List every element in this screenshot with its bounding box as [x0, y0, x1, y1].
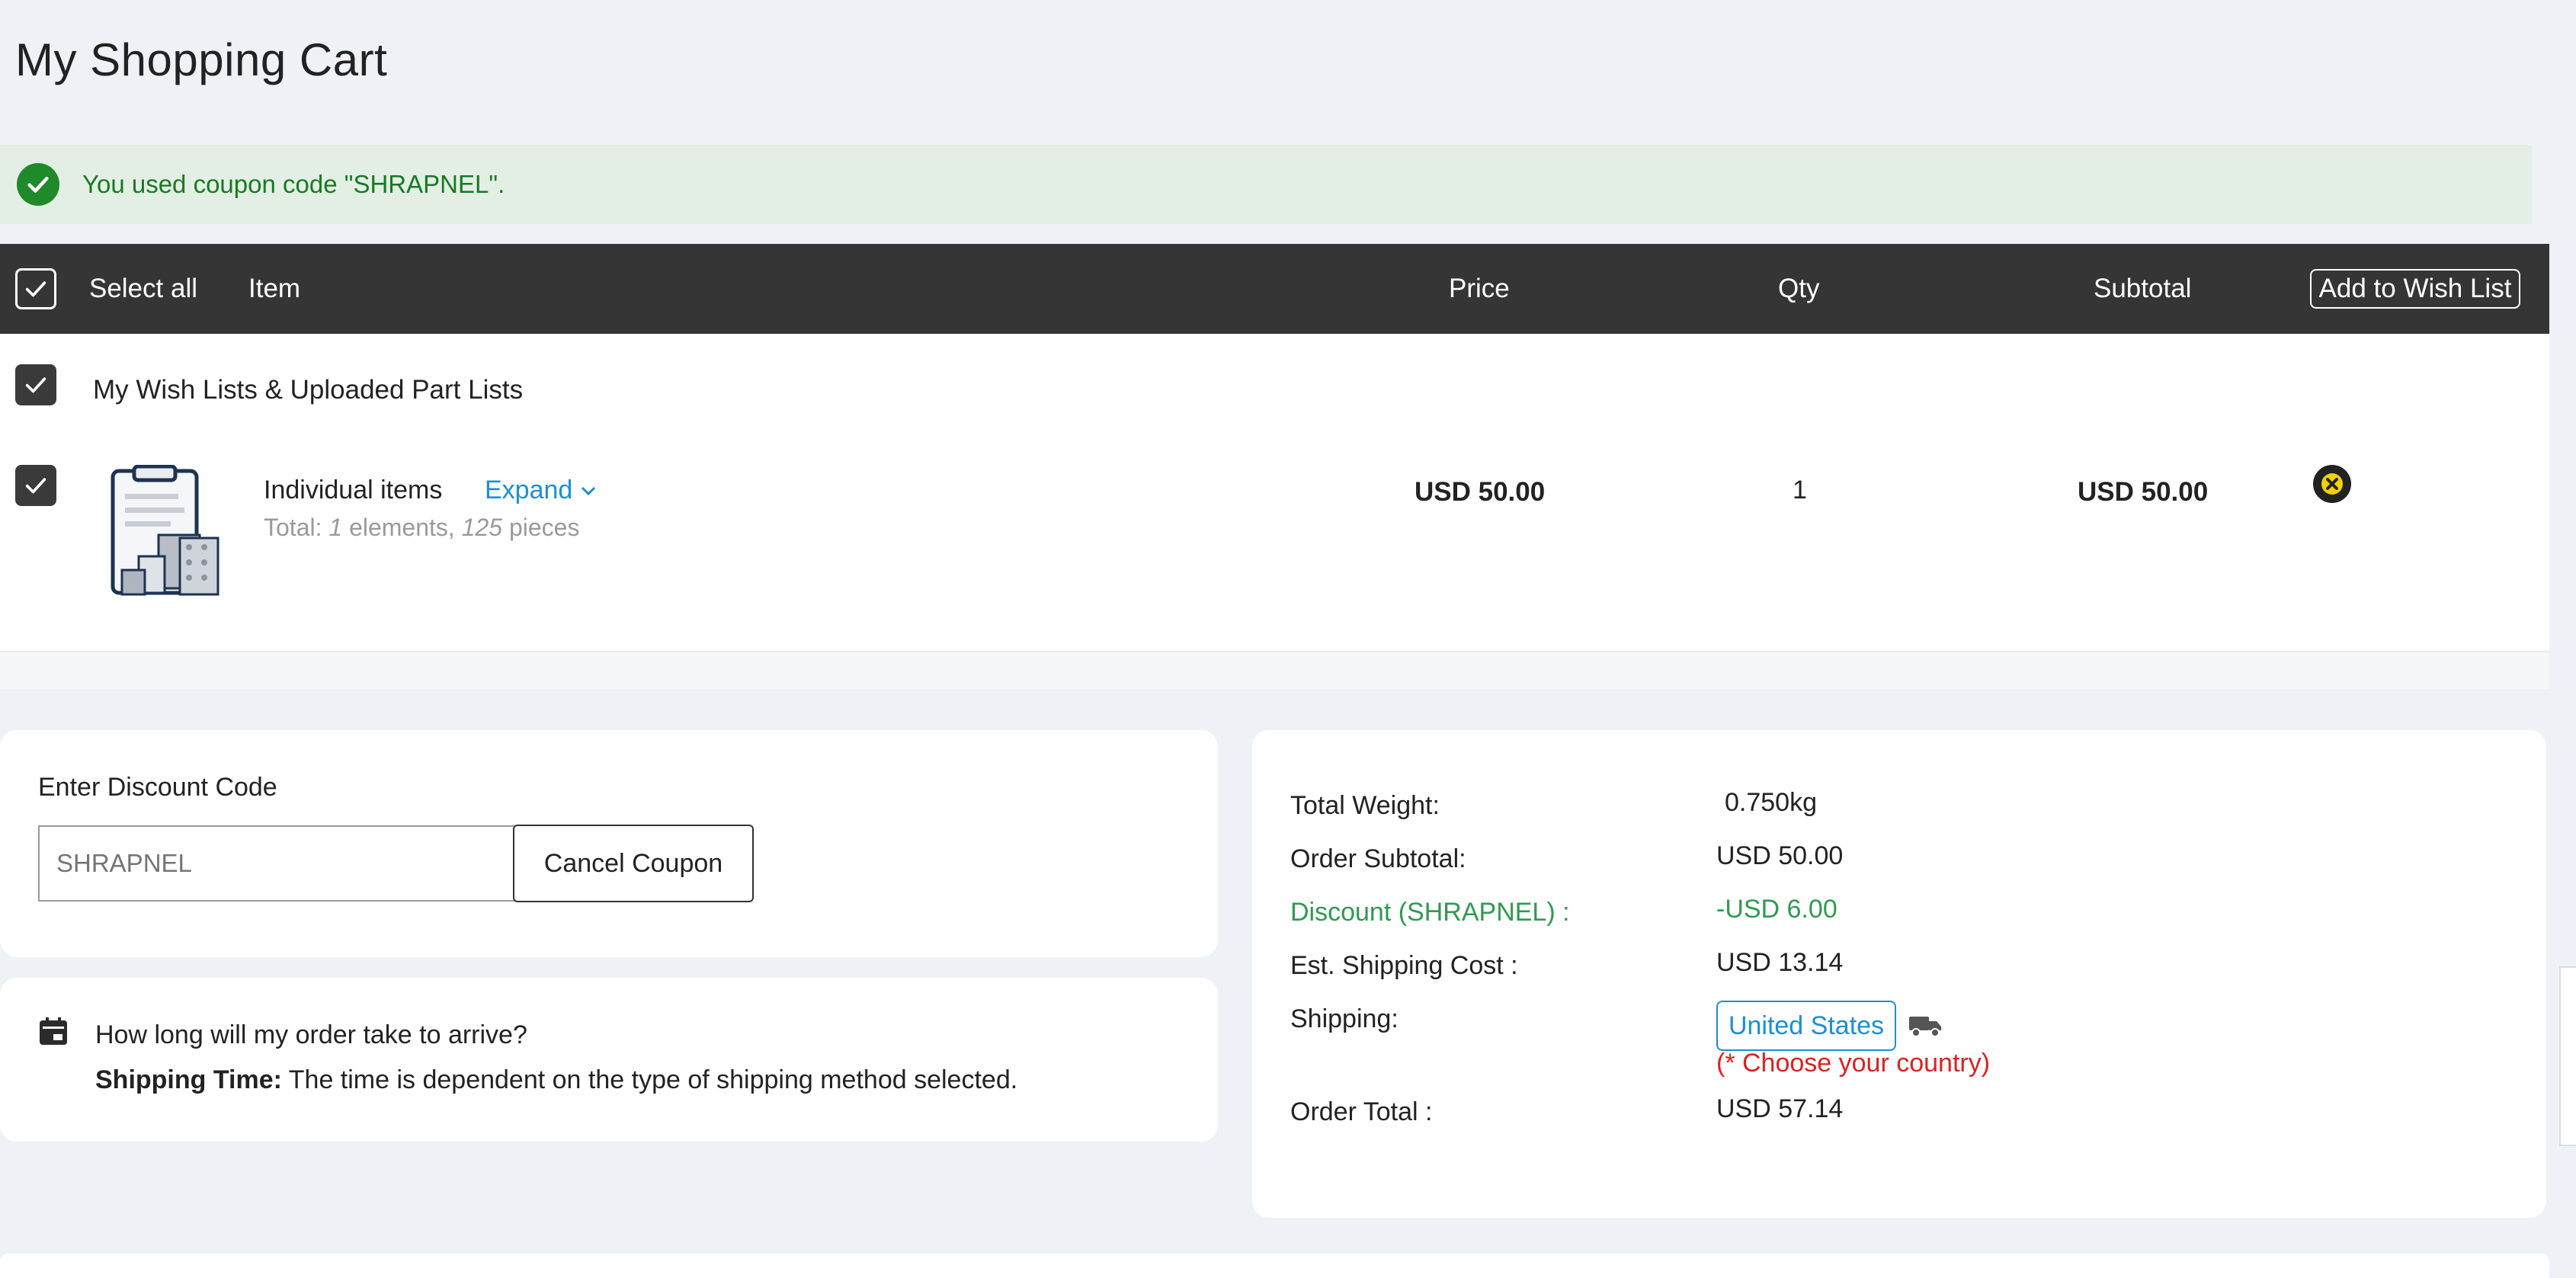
shipping-time-label: Shipping Time: — [95, 1065, 282, 1094]
expand-link[interactable]: Expand — [485, 476, 597, 505]
item-price: USD 50.00 — [1415, 477, 1546, 507]
pieces-label: pieces — [502, 514, 580, 541]
order-summary-panel: Total Weight: 0.750kg Order Subtotal: US… — [1252, 730, 2546, 1218]
shipping-time-panel: How long will my order take to arrive? S… — [0, 978, 1218, 1142]
item-name: Individual items — [264, 476, 443, 504]
column-qty: Qty — [1778, 274, 1820, 303]
total-weight-label: Total Weight: — [1290, 791, 1440, 820]
truck-icon — [1909, 1017, 1941, 1037]
shipping-label: Shipping: — [1290, 1004, 1399, 1033]
order-subtotal-value: USD 50.00 — [1716, 841, 1844, 870]
side-tab-edge[interactable] — [2559, 966, 2576, 1146]
discount-title: Enter Discount Code — [38, 773, 277, 802]
est-shipping-value: USD 13.14 — [1716, 948, 1844, 977]
calendar-truck-icon — [40, 1017, 67, 1045]
item-checkbox[interactable] — [15, 465, 56, 506]
chevron-down-icon — [582, 486, 596, 495]
country-select-button[interactable]: United States — [1716, 1001, 1896, 1051]
shipping-time-text: The time is dependent on the type of shi… — [281, 1065, 1018, 1094]
clipboard-parts-icon — [111, 465, 219, 596]
select-all-label[interactable]: Select all — [89, 244, 197, 334]
shipping-answer: Shipping Time: The time is dependent on … — [95, 1065, 1017, 1095]
item-qty: 1 — [1793, 476, 1807, 504]
group-checkbox[interactable] — [15, 364, 56, 405]
item-total: Total: 1 elements, 125 pieces — [264, 514, 579, 542]
cart-table-header: Select all Item Price Qty Subtotal Add t… — [0, 244, 2549, 334]
order-total-value: USD 57.14 — [1716, 1094, 1844, 1123]
elements-label: elements, — [342, 514, 462, 541]
order-subtotal-label: Order Subtotal: — [1290, 844, 1466, 873]
check-circle-icon — [17, 163, 59, 206]
add-to-wishlist-button[interactable]: Add to Wish List — [2310, 269, 2520, 309]
choose-country-note: (* Choose your country) — [1716, 1049, 1991, 1078]
alert-message: You used coupon code "SHRAPNEL". — [82, 170, 505, 198]
column-price: Price — [1449, 274, 1510, 303]
total-prefix: Total: — [264, 514, 329, 541]
item-subtotal: USD 50.00 — [2078, 477, 2209, 507]
column-item: Item — [248, 274, 301, 303]
remove-item-icon[interactable] — [2313, 465, 2351, 503]
order-total-label: Order Total : — [1290, 1097, 1433, 1126]
page-title: My Shopping Cart — [15, 34, 388, 85]
pieces-count: 125 — [461, 514, 503, 541]
cancel-coupon-button[interactable]: Cancel Coupon — [513, 825, 754, 902]
cart-items: My Wish Lists & Uploaded Part Lists Indi… — [0, 334, 2549, 689]
coupon-success-alert: You used coupon code "SHRAPNEL". — [0, 145, 2532, 224]
discount-label: Discount (SHRAPNEL) : — [1290, 898, 1570, 927]
elements-count: 1 — [328, 514, 343, 541]
discount-value: -USD 6.00 — [1716, 895, 1837, 924]
expand-label: Expand — [485, 476, 573, 504]
discount-panel: Enter Discount Code Cancel Coupon — [0, 730, 1218, 957]
total-weight-value: 0.750kg — [1725, 788, 1817, 817]
est-shipping-label: Est. Shipping Cost : — [1290, 951, 1518, 980]
group-label: My Wish Lists & Uploaded Part Lists — [93, 375, 524, 405]
discount-code-input[interactable] — [38, 825, 514, 902]
footer-strip — [0, 1254, 2549, 1278]
select-all-checkbox[interactable] — [15, 268, 56, 309]
shipping-question: How long will my order take to arrive? — [95, 1020, 527, 1049]
table-footer-divider — [0, 651, 2549, 689]
column-subtotal: Subtotal — [2094, 274, 2192, 303]
